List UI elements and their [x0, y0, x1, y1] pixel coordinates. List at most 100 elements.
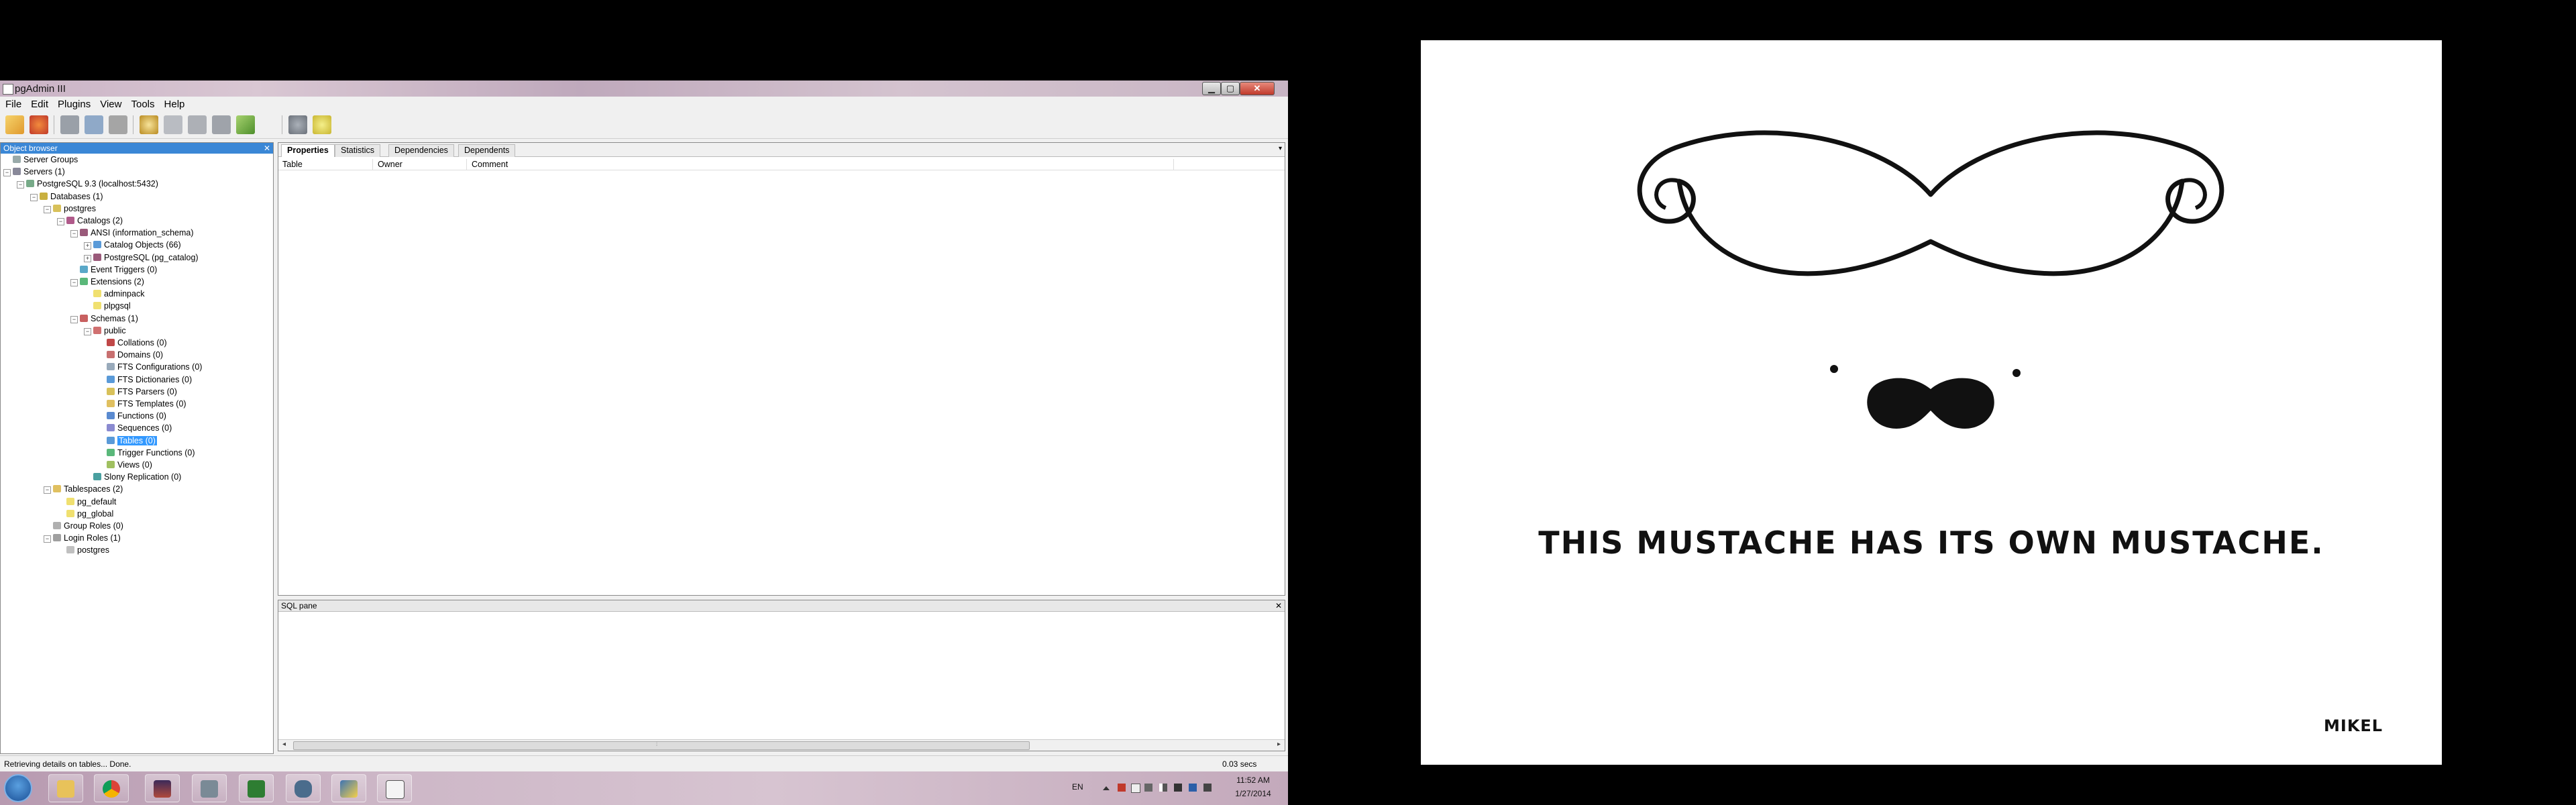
sql-pane-close-icon[interactable]: ✕: [1275, 600, 1282, 611]
column-header-owner[interactable]: Owner: [378, 160, 402, 169]
tree-node[interactable]: − Tablespaces (2): [44, 484, 123, 494]
tabs-dropdown-icon[interactable]: ▾: [1279, 145, 1282, 152]
scroll-right-icon[interactable]: ▸: [1277, 741, 1281, 748]
scrollbar-thumb[interactable]: ⦙: [293, 741, 1030, 750]
tab-statistics[interactable]: Statistics: [335, 144, 381, 157]
device-icon[interactable]: [1131, 784, 1140, 793]
tab-dependencies[interactable]: Dependencies: [388, 144, 454, 157]
help-icon[interactable]: [313, 115, 331, 134]
tree-node[interactable]: postgres: [57, 545, 109, 555]
collapse-icon[interactable]: −: [44, 205, 51, 213]
collapse-icon[interactable]: −: [3, 169, 11, 177]
collapse-icon[interactable]: −: [44, 535, 51, 543]
collapse-icon[interactable]: −: [84, 327, 91, 335]
menu-tools[interactable]: Tools: [125, 97, 158, 110]
tree-node[interactable]: − Servers (1): [3, 166, 65, 177]
network-icon[interactable]: [1159, 784, 1167, 792]
start-button[interactable]: [4, 774, 32, 802]
connect-plug-icon[interactable]: [5, 115, 24, 134]
tree-node[interactable]: Event Triggers (0): [70, 264, 157, 275]
tree-node[interactable]: − Extensions (2): [70, 276, 144, 287]
title-bar[interactable]: pgAdmin III ▁ ▢ ✕: [0, 80, 1288, 97]
sql-query-icon[interactable]: [140, 115, 158, 134]
tree-node[interactable]: plpgsql: [84, 301, 131, 311]
taskbar-python[interactable]: [331, 774, 366, 802]
tree-node[interactable]: FTS Configurations (0): [97, 362, 202, 372]
collapse-icon[interactable]: −: [17, 181, 24, 189]
tree-node[interactable]: pg_global: [57, 508, 113, 519]
tree-node[interactable]: − ANSI (information_schema): [70, 227, 194, 238]
tree-node[interactable]: adminpack: [84, 288, 144, 299]
taskbar-download[interactable]: [192, 774, 227, 802]
collapse-icon[interactable]: −: [70, 279, 78, 286]
tree-node[interactable]: − Catalogs (2): [57, 215, 123, 226]
tree-node[interactable]: − Login Roles (1): [44, 533, 121, 543]
collapse-icon[interactable]: −: [70, 230, 78, 238]
collapse-icon[interactable]: −: [44, 486, 51, 494]
delete-icon[interactable]: [109, 115, 127, 134]
tree-node[interactable]: − Schemas (1): [70, 313, 138, 324]
tree-node[interactable]: FTS Dictionaries (0): [97, 374, 192, 385]
tree-node[interactable]: − Databases (1): [30, 191, 103, 202]
column-header-comment[interactable]: Comment: [472, 160, 508, 169]
close-button[interactable]: ✕: [1240, 82, 1275, 95]
tree-node[interactable]: Domains (0): [97, 350, 163, 360]
column-header-table[interactable]: Table: [282, 160, 303, 169]
taskbar-explorer[interactable]: [48, 774, 83, 802]
tree-node[interactable]: Views (0): [97, 460, 152, 470]
horizontal-scrollbar[interactable]: ◂ ⦙ ▸: [278, 739, 1285, 751]
tree-node[interactable]: + Catalog Objects (66): [84, 239, 181, 250]
expand-icon[interactable]: +: [84, 254, 91, 262]
create-object-icon[interactable]: [85, 115, 103, 134]
taskbar-calendar[interactable]: [377, 774, 412, 802]
tab-dependents[interactable]: Dependents: [458, 144, 516, 157]
minimize-button[interactable]: ▁: [1202, 82, 1221, 95]
clock-date[interactable]: 1/27/2014: [1226, 789, 1280, 798]
refresh-icon[interactable]: [30, 115, 48, 134]
taskbar-media-player[interactable]: [145, 774, 180, 802]
taskbar-excel[interactable]: [239, 774, 274, 802]
bluetooth-icon[interactable]: [1189, 784, 1197, 792]
clock-time[interactable]: 11:52 AM: [1226, 775, 1280, 785]
menu-plugins[interactable]: Plugins: [52, 97, 95, 110]
menu-help[interactable]: Help: [159, 97, 189, 110]
tree-node[interactable]: − public: [84, 325, 126, 336]
plugins-icon[interactable]: [236, 115, 255, 134]
volume-icon[interactable]: [1174, 784, 1182, 792]
hint-icon[interactable]: [288, 115, 307, 134]
scroll-left-icon[interactable]: ◂: [282, 741, 286, 748]
menu-view[interactable]: View: [95, 97, 125, 110]
sql-editor[interactable]: [278, 612, 1285, 739]
power-icon[interactable]: [1203, 784, 1212, 792]
tree-node[interactable]: Functions (0): [97, 411, 166, 421]
tree-node[interactable]: Sequences (0): [97, 423, 172, 433]
object-browser-close-icon[interactable]: ✕: [264, 143, 270, 154]
show-hidden-icons-icon[interactable]: [1103, 786, 1110, 790]
expand-icon[interactable]: +: [84, 242, 91, 250]
tree-node[interactable]: FTS Templates (0): [97, 398, 186, 409]
menu-edit[interactable]: Edit: [25, 97, 52, 110]
maintenance-icon[interactable]: [212, 115, 231, 134]
tree-node[interactable]: + PostgreSQL (pg_catalog): [84, 252, 199, 263]
tree-node[interactable]: FTS Parsers (0): [97, 386, 177, 397]
properties-icon[interactable]: [60, 115, 79, 134]
tree-node[interactable]: Server Groups: [3, 154, 78, 165]
security-icon[interactable]: [1118, 784, 1126, 792]
menu-file[interactable]: File: [0, 97, 25, 110]
tree-node[interactable]: − postgres: [44, 203, 96, 214]
tree-node[interactable]: pg_default: [57, 496, 116, 507]
view-filtered-data-icon[interactable]: [188, 115, 207, 134]
language-indicator[interactable]: EN: [1072, 782, 1083, 792]
tree-node[interactable]: Collations (0): [97, 337, 167, 348]
maximize-button[interactable]: ▢: [1221, 82, 1240, 95]
tree-node[interactable]: Tables (0): [97, 435, 157, 446]
view-data-icon[interactable]: [164, 115, 182, 134]
tree-node[interactable]: Slony Replication (0): [84, 472, 181, 482]
collapse-icon[interactable]: −: [70, 315, 78, 323]
tab-properties[interactable]: Properties: [281, 144, 335, 157]
action-center-icon[interactable]: [1144, 784, 1152, 792]
tree-node[interactable]: − PostgreSQL 9.3 (localhost:5432): [17, 178, 158, 189]
plugins-dropdown-icon[interactable]: [258, 115, 267, 134]
collapse-icon[interactable]: −: [57, 218, 64, 225]
collapse-icon[interactable]: −: [30, 193, 38, 201]
